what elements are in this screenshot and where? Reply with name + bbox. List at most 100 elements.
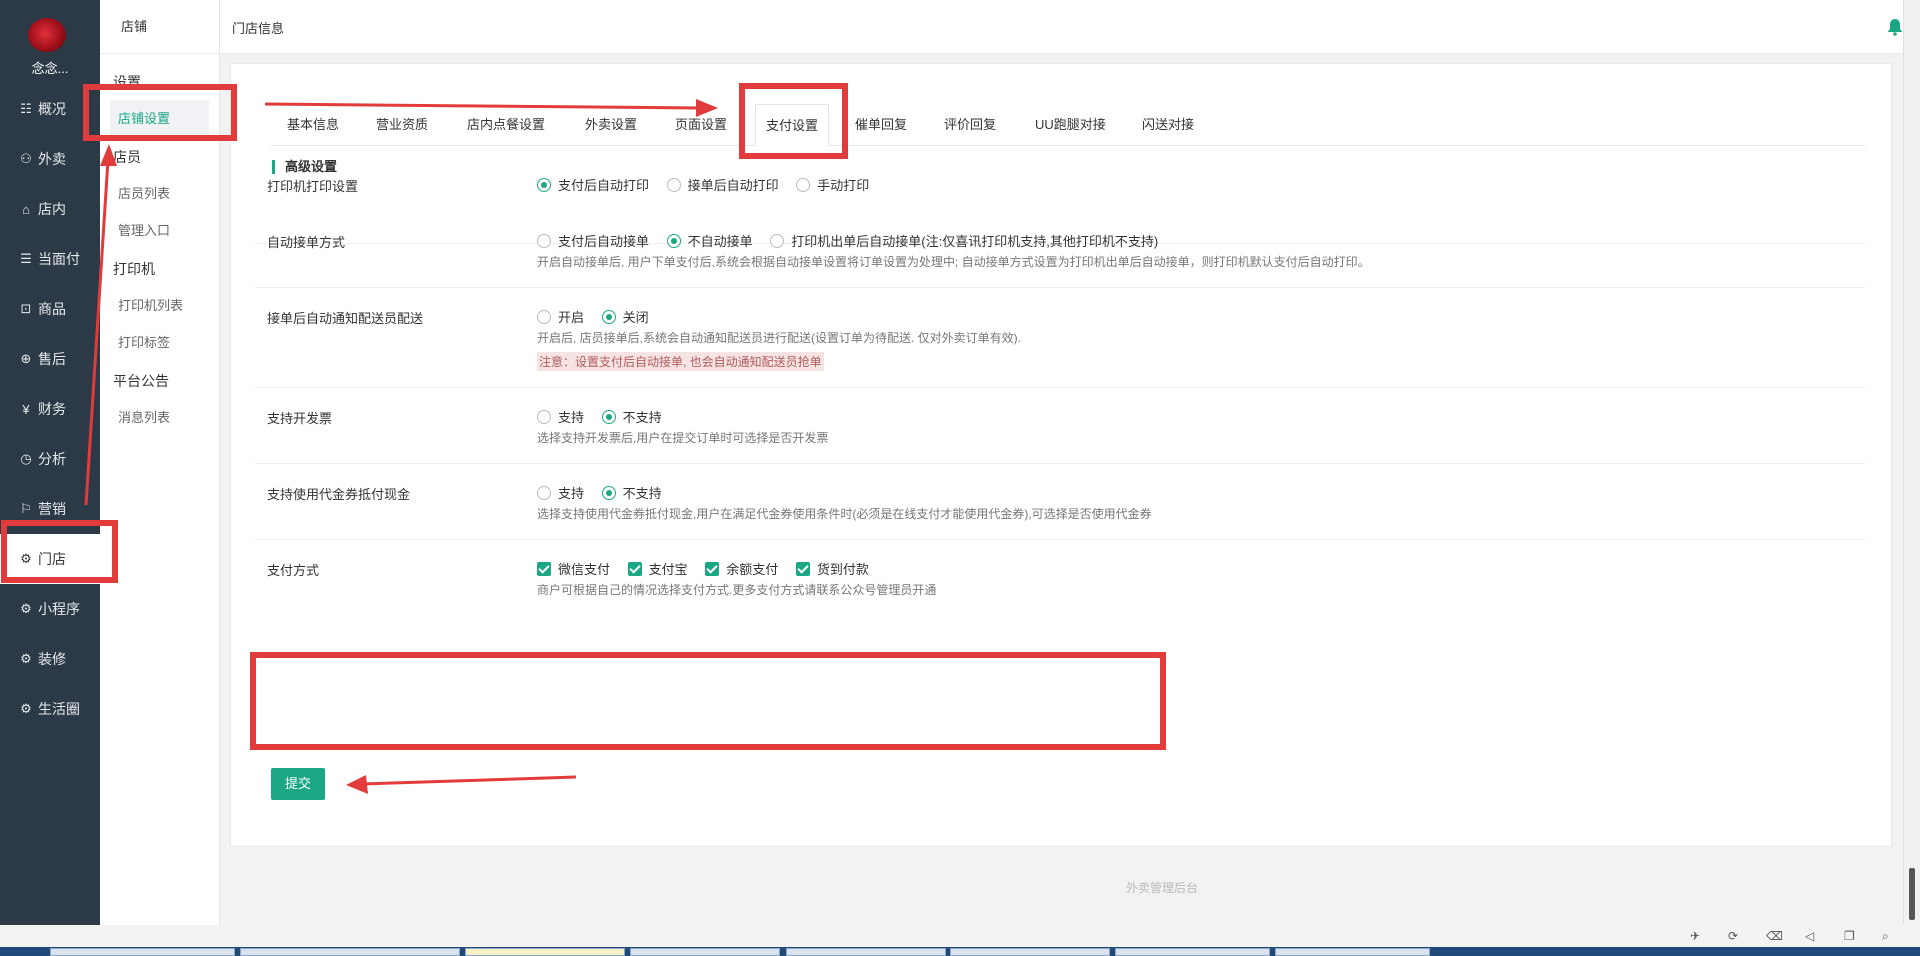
refresh-icon[interactable]: ⟳ <box>1728 929 1738 943</box>
radio-invoice-yes[interactable]: 支持 <box>537 407 584 426</box>
tab-page-settings[interactable]: 页面设置 <box>675 104 727 146</box>
taskbar-item[interactable] <box>630 948 780 956</box>
voucher-options: 支持 不支持 <box>537 483 676 503</box>
tab-reminder-reply[interactable]: 催单回复 <box>855 104 907 146</box>
auto-accept-label: 自动接单方式 <box>267 235 346 250</box>
sub-item-printer-list[interactable]: 打印机列表 <box>100 287 219 324</box>
radio-button[interactable] <box>537 409 551 424</box>
checkbox[interactable] <box>795 561 810 576</box>
radio-print-after-pay[interactable]: 支付后自动打印 <box>537 175 649 194</box>
radio-voucher-no[interactable]: 不支持 <box>601 483 662 502</box>
gear-icon: ⚙ <box>20 701 32 716</box>
submit-button[interactable]: 提交 <box>271 768 325 800</box>
scrollbar-thumb[interactable] <box>1909 868 1915 920</box>
radio-button[interactable] <box>601 485 616 500</box>
sub-item-print-label[interactable]: 打印标签 <box>100 324 219 361</box>
gear-icon: ⚙ <box>20 601 32 616</box>
radio-button[interactable] <box>666 177 681 192</box>
radio-button[interactable] <box>666 233 681 248</box>
invoice-description: 选择支持开发票后,用户在提交订单时可选择是否开发票 <box>537 431 829 445</box>
search-icon[interactable]: ⌕ <box>1882 929 1889 944</box>
shop-name[interactable]: 念念... <box>0 58 100 77</box>
checkbox[interactable] <box>627 561 642 576</box>
sub-sidebar-title: 店铺 <box>100 0 219 54</box>
radio-invoice-no[interactable]: 不支持 <box>601 407 662 426</box>
trash-icon[interactable]: ⌫ <box>1766 929 1783 943</box>
radio-button[interactable] <box>537 233 551 248</box>
nav-decoration[interactable]: ⚙ 装修 <box>0 634 100 684</box>
radio-button[interactable] <box>796 177 811 192</box>
os-taskbar <box>0 947 1920 956</box>
checkbox[interactable] <box>537 561 551 576</box>
nav-mini-program[interactable]: ⚙ 小程序 <box>0 584 100 634</box>
nav-label: 店内 <box>38 201 66 217</box>
tab-basic-info[interactable]: 基本信息 <box>287 104 339 146</box>
nav-aftersale[interactable]: ⊕ 售后 <box>0 334 100 384</box>
checkbox-alipay[interactable]: 支付宝 <box>627 559 688 578</box>
nav-label: 概况 <box>38 101 66 117</box>
checkbox-wechat-pay[interactable]: 微信支付 <box>537 559 610 578</box>
taskbar-item[interactable] <box>786 948 946 956</box>
tab-delivery-settings[interactable]: 外卖设置 <box>585 104 637 146</box>
radio-label: 关闭 <box>622 310 649 325</box>
radio-accept-after-print[interactable]: 打印机出单后自动接单(注:仅喜讯打印机支持,其他打印机不支持) <box>770 231 1158 250</box>
nav-face-pay[interactable]: ☰ 当面付 <box>0 234 100 284</box>
radio-notify-off[interactable]: 关闭 <box>601 307 649 326</box>
checkbox[interactable] <box>705 561 720 576</box>
sub-item-admin-entry[interactable]: 管理入口 <box>100 212 219 249</box>
nav-in-store[interactable]: ⌂ 店内 <box>0 184 100 234</box>
payment-method-options: 微信支付 支付宝 余额支付 货到付款 <box>537 559 883 579</box>
notify-delivery-description: 开启后, 店员接单后,系统会自动通知配送员进行配送(设置订单为待配送. 仅对外卖… <box>537 331 1021 345</box>
tab-uu-errand[interactable]: UU跑腿对接 <box>1035 104 1106 146</box>
radio-label: 不支持 <box>622 486 662 501</box>
tab-flash-delivery[interactable]: 闪送对接 <box>1142 104 1194 146</box>
auto-accept-description: 开启自动接单后, 用户下单支付后,系统会根据自动接单设置将订单设置为处理中; 自… <box>537 255 1370 269</box>
taskbar-item[interactable] <box>1115 948 1270 956</box>
window-icon[interactable]: ❐ <box>1844 929 1855 943</box>
voucher-label: 支持使用代金券抵付现金 <box>267 487 411 502</box>
radio-button[interactable] <box>537 485 551 500</box>
sub-item-staff-list[interactable]: 店员列表 <box>100 175 219 212</box>
radio-accept-after-pay[interactable]: 支付后自动接单 <box>537 231 649 250</box>
taskbar-item[interactable] <box>240 948 460 956</box>
tab-business-license[interactable]: 营业资质 <box>376 104 428 146</box>
radio-button[interactable] <box>601 309 616 324</box>
radio-manual-print[interactable]: 手动打印 <box>796 175 869 194</box>
nav-finance[interactable]: ¥ 财务 <box>0 384 100 434</box>
taskbar-item[interactable] <box>465 948 625 956</box>
sub-item-message-list[interactable]: 消息列表 <box>100 399 219 436</box>
taskbar-item[interactable] <box>1275 948 1430 956</box>
bell-icon[interactable] <box>1887 18 1903 36</box>
radio-label: 开启 <box>558 310 585 325</box>
radio-notify-on[interactable]: 开启 <box>537 307 584 326</box>
radio-button[interactable] <box>537 177 551 192</box>
vertical-scrollbar[interactable] <box>1903 0 1920 925</box>
radio-button[interactable] <box>770 233 785 248</box>
nav-delivery[interactable]: ⚇ 外卖 <box>0 134 100 184</box>
radio-no-auto-accept[interactable]: 不自动接单 <box>666 231 753 250</box>
radio-label: 接单后自动打印 <box>687 178 779 193</box>
rocket-icon[interactable]: ✈ <box>1690 929 1700 943</box>
nav-analysis[interactable]: ◷ 分析 <box>0 434 100 484</box>
invoice-options: 支持 不支持 <box>537 407 676 427</box>
taskbar-item[interactable] <box>50 948 235 956</box>
radio-button[interactable] <box>601 409 616 424</box>
radio-button[interactable] <box>537 309 551 324</box>
tab-in-store-order[interactable]: 店内点餐设置 <box>467 104 545 146</box>
nav-label: 小程序 <box>38 601 80 617</box>
radio-print-after-accept[interactable]: 接单后自动打印 <box>666 175 779 194</box>
radio-voucher-yes[interactable]: 支持 <box>537 483 584 502</box>
voucher-description: 选择支持使用代金券抵付现金,用户在满足代金券使用条件时(必须是在线支付才能使用代… <box>537 507 1152 521</box>
nav-goods[interactable]: ⊡ 商品 <box>0 284 100 334</box>
shop-logo[interactable] <box>28 18 66 52</box>
tab-review-reply[interactable]: 评价回复 <box>944 104 996 146</box>
radio-label: 打印机出单后自动接单(注:仅喜讯打印机支持,其他打印机不支持) <box>791 234 1159 249</box>
taskbar-item[interactable] <box>950 948 1110 956</box>
printer-setting-label: 打印机打印设置 <box>267 179 359 194</box>
nav-life-circle[interactable]: ⚙ 生活圈 <box>0 684 100 734</box>
checkbox-balance-pay[interactable]: 余额支付 <box>705 559 778 578</box>
nav-label: 营销 <box>38 501 66 517</box>
radio-label: 支持 <box>558 486 585 501</box>
checkbox-cash-on-delivery[interactable]: 货到付款 <box>795 559 869 578</box>
volume-icon[interactable]: ◁ <box>1805 929 1814 943</box>
